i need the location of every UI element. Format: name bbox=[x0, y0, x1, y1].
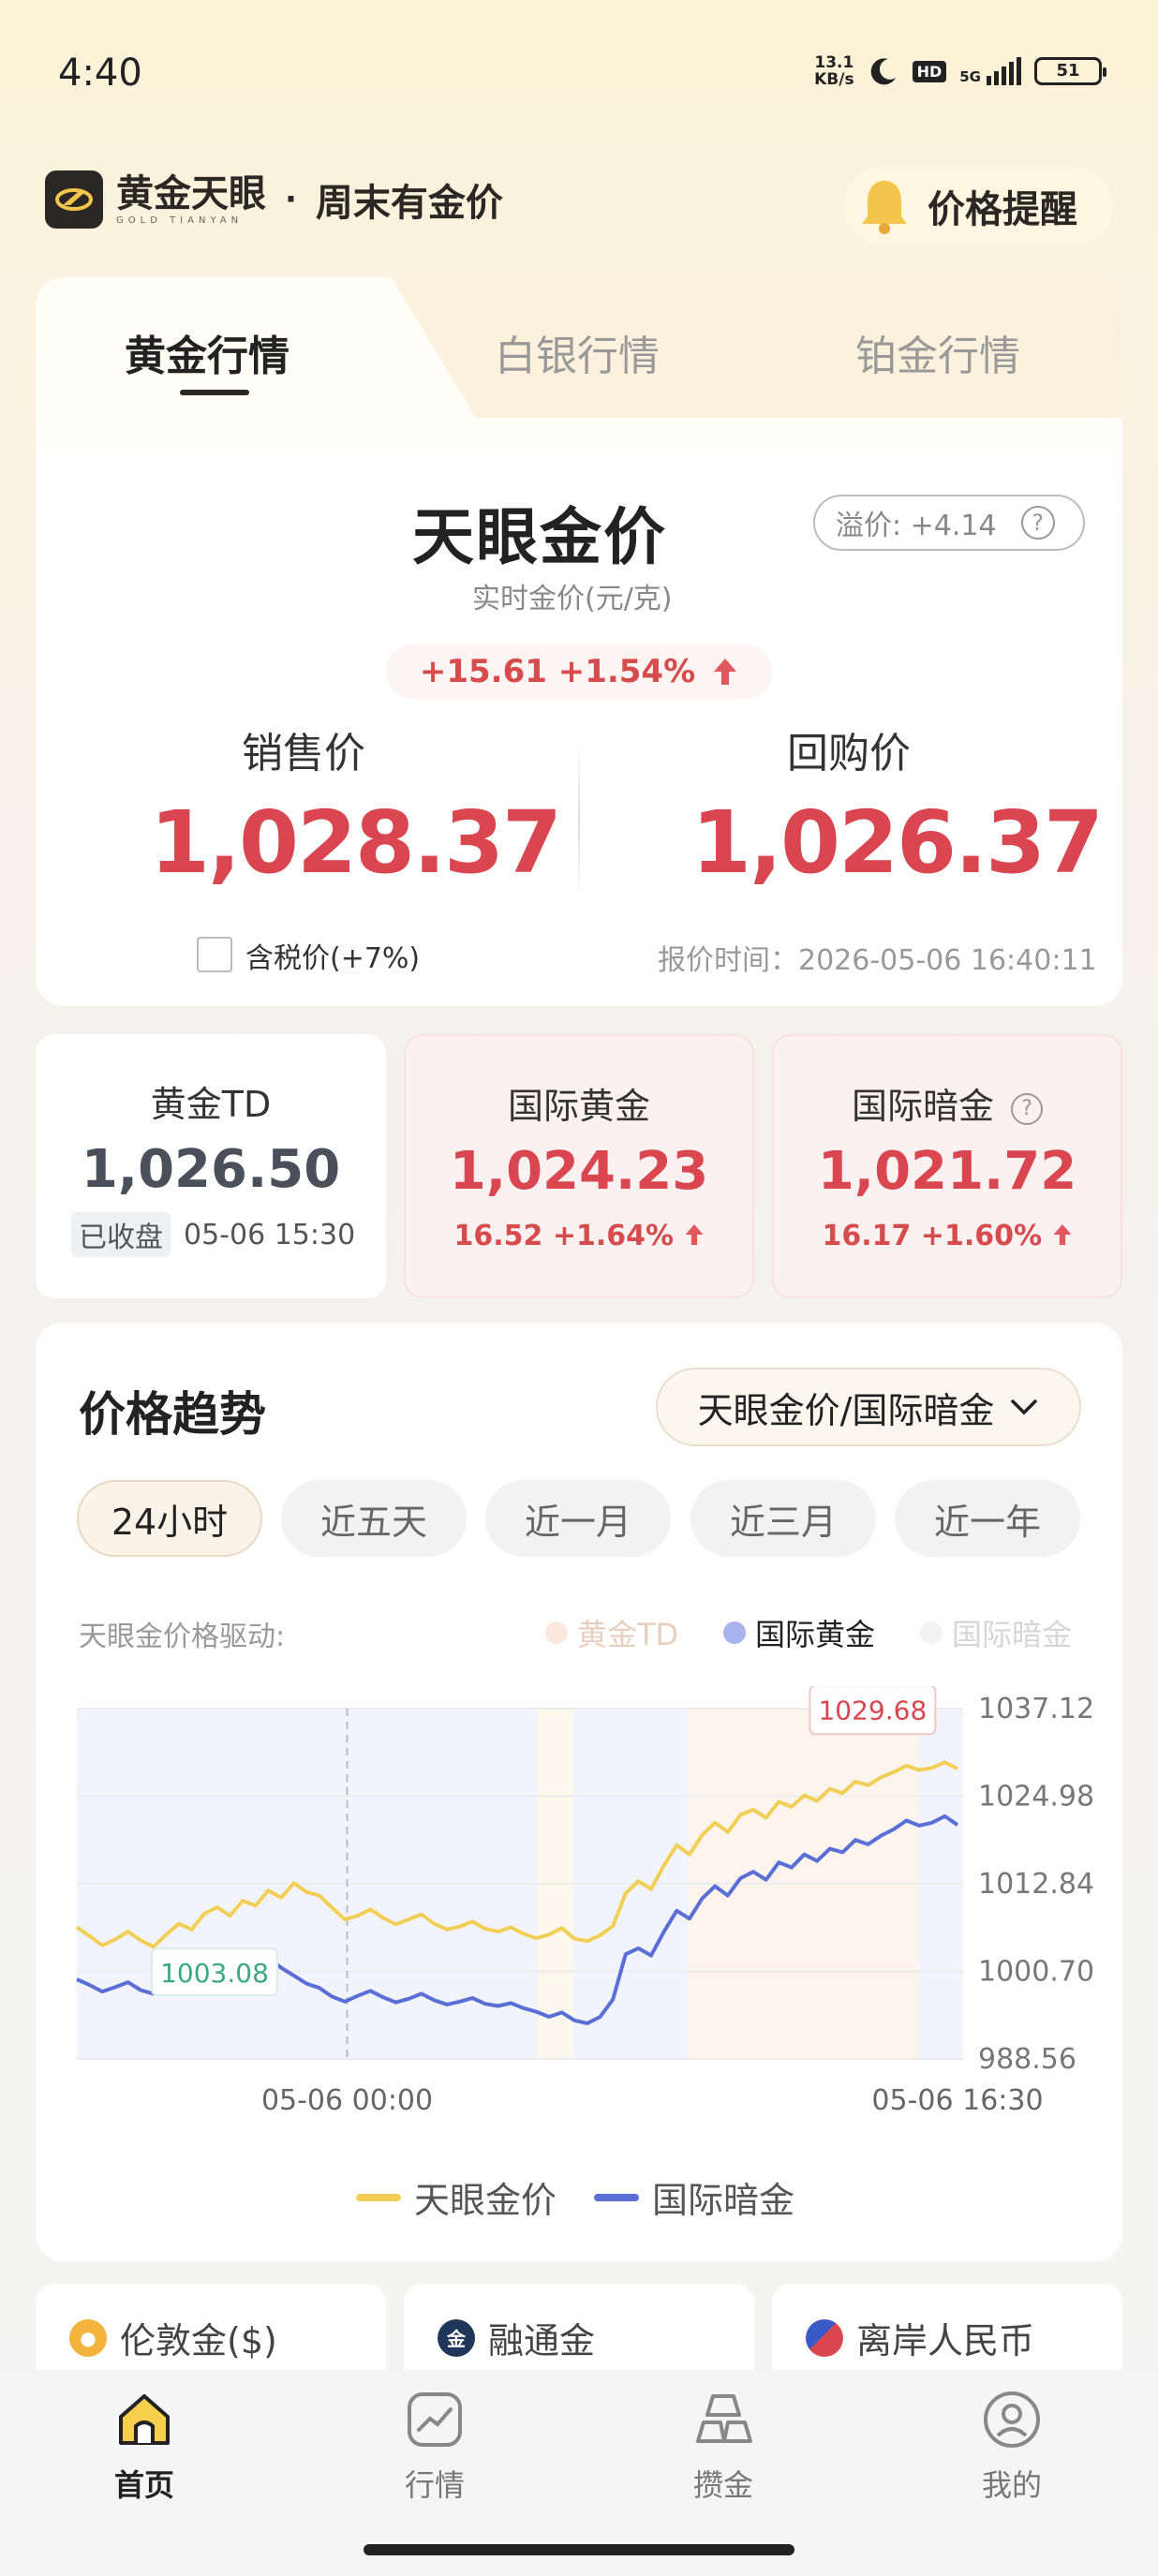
nav-save-gold[interactable]: 攒金 bbox=[639, 2389, 808, 2505]
driver-gold-td[interactable]: 黄金TD bbox=[545, 1611, 678, 1654]
usd-flag-icon bbox=[806, 2318, 843, 2357]
dark-gold-change: 16.17 +1.60% bbox=[822, 1220, 1043, 1252]
series-dropdown[interactable]: 天眼金价/国际暗金 bbox=[656, 1368, 1081, 1446]
active-tab-indicator bbox=[180, 390, 249, 395]
logo-mark-icon bbox=[45, 170, 103, 229]
gold-td-value: 1,026.50 bbox=[81, 1139, 341, 1200]
nav-market[interactable]: 行情 bbox=[350, 2389, 519, 2505]
status-icons: 13.1 KB/s HD 5G 51 bbox=[814, 53, 1106, 89]
sell-price-label: 销售价 bbox=[242, 730, 365, 777]
min-price-label: 1003.08 bbox=[160, 1958, 269, 1989]
price-divider bbox=[578, 740, 580, 899]
range-1m[interactable]: 近一月 bbox=[485, 1480, 671, 1557]
battery-icon: 51 bbox=[1034, 57, 1106, 85]
rongtong-icon: 金 bbox=[438, 2318, 475, 2357]
range-1y[interactable]: 近一年 bbox=[895, 1480, 1080, 1557]
tab-gold[interactable]: 黄金行情 bbox=[125, 322, 290, 382]
dark-gold-title: 国际暗金 bbox=[851, 1086, 994, 1127]
intl-gold-value: 1,024.23 bbox=[449, 1141, 709, 1202]
dark-gold-value: 1,021.72 bbox=[817, 1141, 1077, 1202]
x-tick-label: 05-06 00:00 bbox=[261, 2084, 433, 2117]
tax-price-checkbox[interactable] bbox=[197, 937, 232, 972]
legend-tianyan: 天眼金价 bbox=[356, 2171, 557, 2223]
buy-price-label: 回购价 bbox=[787, 730, 911, 777]
logo-subtitle: GOLD TIANYAN bbox=[116, 215, 244, 226]
price-change-pill: +15.61 +1.54% bbox=[386, 644, 772, 699]
gold-bars-icon bbox=[696, 2394, 752, 2443]
nav-profile[interactable]: 我的 bbox=[928, 2389, 1096, 2505]
market-closed-badge: 已收盘 bbox=[71, 1212, 171, 1257]
x-tick-label: 05-06 16:30 bbox=[871, 2084, 1043, 2117]
sell-price-value: 1,028.37 bbox=[150, 792, 562, 893]
home-icon bbox=[119, 2394, 170, 2445]
range-24h[interactable]: 24小时 bbox=[77, 1480, 262, 1557]
arrow-up-icon bbox=[1053, 1224, 1071, 1245]
hd-badge: HD bbox=[912, 60, 947, 82]
range-5d[interactable]: 近五天 bbox=[281, 1480, 467, 1557]
gold-td-card[interactable]: 黄金TD 1,026.50 已收盘 05-06 15:30 bbox=[36, 1034, 386, 1298]
y-tick-label: 1000.70 bbox=[978, 1956, 1094, 1989]
quote-time: 报价时间：2026-05-06 16:40:11 bbox=[658, 944, 1097, 977]
driver-label: 天眼金价格驱动: bbox=[79, 1621, 286, 1653]
status-time: 4:40 bbox=[58, 52, 142, 95]
bell-icon bbox=[862, 181, 907, 234]
legend-dark-gold: 国际暗金 bbox=[594, 2171, 794, 2223]
moon-icon bbox=[870, 58, 896, 85]
buy-price-value: 1,026.37 bbox=[691, 792, 1104, 893]
app-logo: 黄金天眼 GOLD TIANYAN · 周末有金价 bbox=[45, 170, 503, 229]
y-tick-label: 1012.84 bbox=[978, 1868, 1094, 1901]
price-change-value: +15.61 +1.54% bbox=[419, 653, 696, 690]
london-gold-icon: ● bbox=[69, 2318, 107, 2357]
intl-gold-card[interactable]: 国际黄金 1,024.23 16.52 +1.64% bbox=[404, 1034, 754, 1298]
home-indicator bbox=[364, 2544, 794, 2555]
nav-home[interactable]: 首页 bbox=[60, 2389, 229, 2505]
intl-gold-title: 国际黄金 bbox=[507, 1086, 650, 1127]
price-trend-chart[interactable]: 1037.12 1024.98 1012.84 1000.70 988.56 05-06 … bbox=[56, 1686, 1115, 2136]
app-slogan: 周末有金价 bbox=[315, 181, 503, 225]
driver-dark-gold[interactable]: 国际暗金 bbox=[920, 1611, 1072, 1654]
net-speed: 13.1 KB/s bbox=[814, 53, 854, 89]
y-tick-label: 1024.98 bbox=[978, 1781, 1094, 1814]
trend-title: 价格趋势 bbox=[79, 1387, 266, 1442]
help-icon[interactable]: ? bbox=[1011, 1092, 1044, 1125]
logo-separator: · bbox=[285, 181, 297, 218]
dark-gold-card[interactable]: 国际暗金 ? 1,021.72 16.17 +1.60% bbox=[772, 1034, 1122, 1298]
chart-trend-icon bbox=[408, 2392, 462, 2447]
chevron-down-icon bbox=[1011, 1399, 1038, 1415]
price-alert-label: 价格提醒 bbox=[928, 188, 1077, 231]
arrow-up-icon bbox=[714, 659, 737, 685]
gold-td-time: 05-06 15:30 bbox=[184, 1218, 356, 1251]
tax-price-label[interactable]: 含税价(+7%) bbox=[245, 935, 420, 976]
range-3m[interactable]: 近三月 bbox=[690, 1480, 876, 1557]
intl-gold-change: 16.52 +1.64% bbox=[453, 1220, 675, 1252]
premium-value: 溢价: +4.14 bbox=[836, 510, 997, 542]
logo-name: 黄金天眼 bbox=[116, 170, 266, 215]
y-tick-label: 988.56 bbox=[978, 2043, 1076, 2076]
gold-td-title: 黄金TD bbox=[150, 1084, 272, 1125]
y-tick-label: 1037.12 bbox=[978, 1693, 1094, 1725]
price-alert-button[interactable]: 价格提醒 bbox=[843, 167, 1113, 245]
tab-platinum[interactable]: 铂金行情 bbox=[855, 322, 1020, 382]
price-unit-label: 实时金价(元/克) bbox=[472, 583, 673, 615]
premium-badge[interactable]: 溢价: +4.14 ? bbox=[813, 495, 1085, 551]
arrow-up-icon bbox=[685, 1224, 703, 1245]
signal-icon: 5G bbox=[959, 57, 1021, 85]
help-icon[interactable]: ? bbox=[1020, 506, 1055, 540]
price-title: 天眼金价 bbox=[412, 501, 667, 573]
driver-intl-gold[interactable]: 国际黄金 bbox=[723, 1611, 875, 1654]
tab-silver[interactable]: 白银行情 bbox=[495, 322, 660, 382]
profile-icon bbox=[984, 2391, 1040, 2448]
max-price-label: 1029.68 bbox=[818, 1695, 927, 1725]
series-dropdown-value: 天眼金价/国际暗金 bbox=[697, 1389, 995, 1431]
